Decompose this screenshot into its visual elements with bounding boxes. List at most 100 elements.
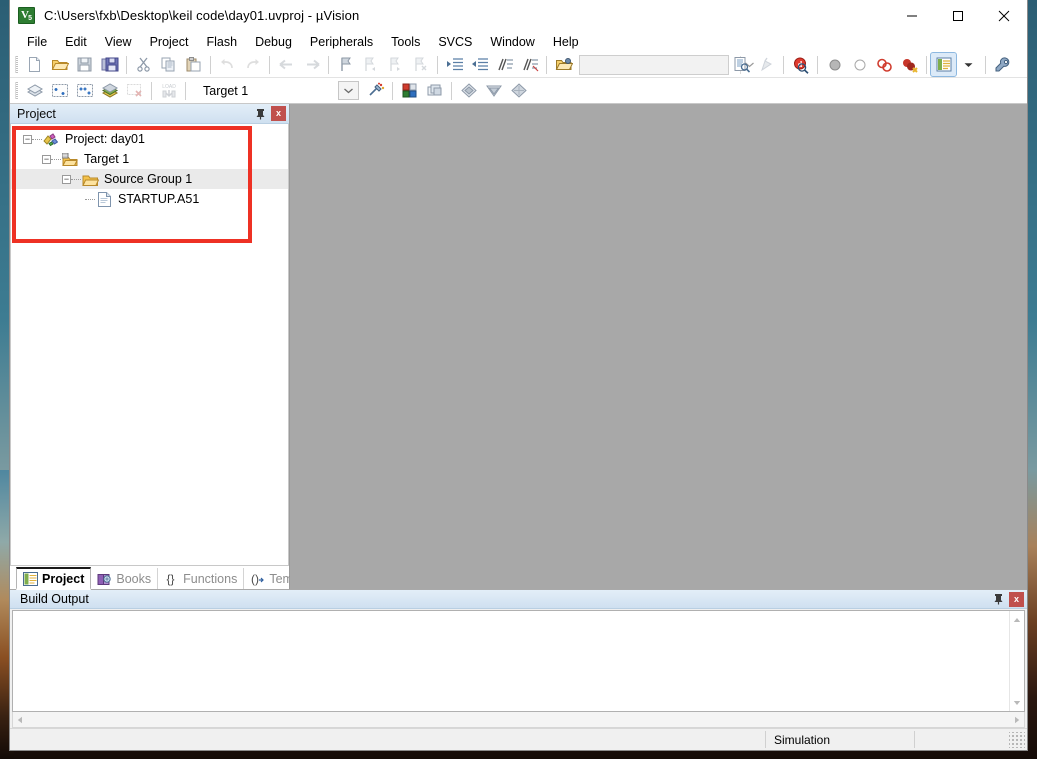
tree-node-label: Project: day01 bbox=[65, 132, 145, 146]
scroll-left-icon[interactable] bbox=[13, 713, 27, 726]
target-options-icon[interactable] bbox=[363, 79, 388, 102]
scroll-up-icon[interactable] bbox=[1010, 613, 1024, 626]
build-output-hscrollbar[interactable] bbox=[12, 712, 1025, 728]
menu-peripherals[interactable]: Peripherals bbox=[301, 32, 382, 52]
uvision-icon bbox=[18, 7, 35, 24]
manage-project-items-icon[interactable] bbox=[397, 79, 422, 102]
stop-build-icon[interactable] bbox=[122, 79, 147, 102]
tab-books[interactable]: Books bbox=[91, 568, 159, 589]
close-icon[interactable]: x bbox=[271, 106, 286, 121]
menu-flash[interactable]: Flash bbox=[197, 32, 246, 52]
window-layout-icon[interactable] bbox=[930, 52, 957, 77]
menu-debug[interactable]: Debug bbox=[246, 32, 301, 52]
toolbar-grip[interactable] bbox=[15, 82, 18, 99]
batch-build-icon[interactable] bbox=[97, 79, 122, 102]
uncomment-icon[interactable] bbox=[517, 53, 542, 76]
manage-run-time-icon[interactable] bbox=[506, 79, 531, 102]
menu-project[interactable]: Project bbox=[141, 32, 198, 52]
svg-text:LOAD: LOAD bbox=[162, 84, 176, 90]
breakpoint-disable-all-icon[interactable] bbox=[872, 53, 897, 76]
save-all-icon[interactable] bbox=[97, 53, 122, 76]
bookmark-tool-icon[interactable] bbox=[754, 53, 779, 76]
file-asm-icon bbox=[96, 191, 113, 207]
folder-open-icon bbox=[82, 172, 99, 187]
minimize-button[interactable] bbox=[889, 0, 935, 31]
select-software-packs-icon[interactable] bbox=[481, 79, 506, 102]
debug-query-icon[interactable]: d bbox=[788, 53, 813, 76]
toolbar-separator bbox=[185, 81, 186, 100]
outdent-icon[interactable] bbox=[467, 53, 492, 76]
copy-icon[interactable] bbox=[156, 53, 181, 76]
comment-icon[interactable] bbox=[492, 53, 517, 76]
expander-icon[interactable]: − bbox=[62, 174, 71, 184]
layout-dropdown-icon[interactable] bbox=[956, 53, 981, 76]
tree-node-target[interactable]: − Target 1 bbox=[11, 149, 288, 169]
find-in-files-icon[interactable] bbox=[729, 53, 754, 76]
breakpoint-kill-all-icon[interactable] bbox=[897, 53, 922, 76]
navigate-forward-icon[interactable] bbox=[299, 53, 324, 76]
paste-icon[interactable] bbox=[181, 53, 206, 76]
bookmark-clear-icon[interactable] bbox=[408, 53, 433, 76]
templates-tab-icon: () bbox=[250, 572, 265, 586]
indent-icon[interactable] bbox=[442, 53, 467, 76]
close-icon[interactable]: x bbox=[1009, 591, 1024, 607]
menu-view[interactable]: View bbox=[96, 32, 141, 52]
menu-file[interactable]: File bbox=[18, 32, 56, 52]
build-icon[interactable] bbox=[47, 79, 72, 102]
breakpoint-icon[interactable] bbox=[822, 53, 847, 76]
menu-edit[interactable]: Edit bbox=[56, 32, 96, 52]
navigate-back-icon[interactable] bbox=[274, 53, 299, 76]
close-button[interactable] bbox=[981, 0, 1027, 31]
cut-icon[interactable] bbox=[131, 53, 156, 76]
save-icon[interactable] bbox=[72, 53, 97, 76]
target-icon bbox=[62, 152, 79, 167]
build-output-pane: Build Output x bbox=[10, 589, 1027, 728]
editor-mdi-area[interactable] bbox=[290, 104, 1027, 589]
project-tree[interactable]: − Project: day01 − Target 1 − Source Gro… bbox=[10, 124, 289, 565]
build-output-body[interactable] bbox=[12, 610, 1025, 712]
menu-window[interactable]: Window bbox=[481, 32, 543, 52]
bookmark-toggle-icon[interactable] bbox=[333, 53, 358, 76]
build-output-text[interactable] bbox=[13, 611, 1009, 711]
configure-icon[interactable] bbox=[990, 53, 1015, 76]
menu-svcs[interactable]: SVCS bbox=[429, 32, 481, 52]
search-box[interactable] bbox=[579, 54, 754, 75]
pin-icon[interactable] bbox=[991, 592, 1006, 607]
menu-tools[interactable]: Tools bbox=[382, 32, 429, 52]
undo-icon[interactable] bbox=[215, 53, 240, 76]
target-select[interactable]: Target 1 bbox=[194, 80, 334, 101]
build-output-vscrollbar[interactable] bbox=[1009, 611, 1024, 711]
expander-icon[interactable]: − bbox=[42, 154, 51, 164]
expander-icon[interactable]: − bbox=[23, 134, 32, 144]
tree-node-source-group[interactable]: − Source Group 1 bbox=[11, 169, 288, 189]
download-icon[interactable]: LOAD bbox=[156, 79, 181, 102]
search-input[interactable] bbox=[580, 57, 740, 72]
pack-installer-icon[interactable] bbox=[456, 79, 481, 102]
tab-project[interactable]: Project bbox=[16, 567, 92, 590]
scroll-right-icon[interactable] bbox=[1010, 713, 1024, 726]
toolbar-separator bbox=[817, 55, 818, 74]
redo-icon[interactable] bbox=[240, 53, 265, 76]
bookmark-prev-icon[interactable] bbox=[358, 53, 383, 76]
tab-label: Books bbox=[116, 571, 152, 586]
file-toolbar: d bbox=[10, 52, 1027, 78]
pin-icon[interactable] bbox=[253, 106, 268, 121]
bookmark-next-icon[interactable] bbox=[383, 53, 408, 76]
rebuild-icon[interactable] bbox=[72, 79, 97, 102]
new-file-icon[interactable] bbox=[22, 53, 47, 76]
resize-grip[interactable] bbox=[1009, 731, 1025, 748]
tree-node-file[interactable]: STARTUP.A51 bbox=[11, 189, 288, 209]
maximize-button[interactable] bbox=[935, 0, 981, 31]
toolbar-grip[interactable] bbox=[15, 56, 18, 73]
target-dropdown-icon[interactable] bbox=[338, 81, 359, 100]
open-file-icon[interactable] bbox=[47, 53, 72, 76]
tree-node-project[interactable]: − Project: day01 bbox=[11, 129, 288, 149]
multi-project-icon[interactable] bbox=[422, 79, 447, 102]
breakpoint-disable-icon[interactable] bbox=[847, 53, 872, 76]
tab-functions[interactable]: {} Functions bbox=[158, 568, 245, 589]
scroll-down-icon[interactable] bbox=[1010, 696, 1024, 709]
open-project-icon[interactable] bbox=[551, 53, 576, 76]
menu-help[interactable]: Help bbox=[544, 32, 588, 52]
toolbar-separator bbox=[392, 81, 393, 100]
translate-icon[interactable] bbox=[22, 79, 47, 102]
